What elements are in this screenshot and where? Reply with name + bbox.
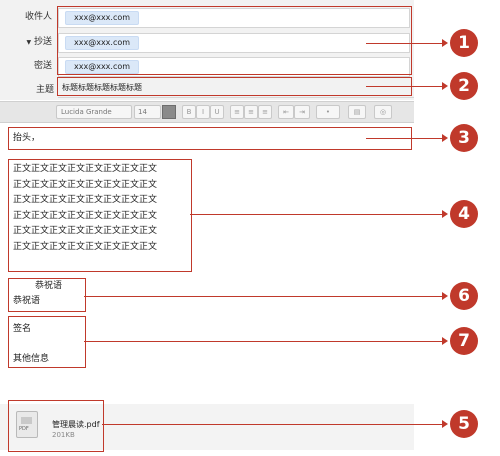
annotation-arrow-1 [442,39,448,47]
greeting-highlight [8,127,412,150]
font-select[interactable]: Lucida Grande [56,105,132,119]
cc-toggle-icon[interactable]: ▼ [26,39,31,46]
outdent-button[interactable]: ⇤ [278,105,294,119]
attachment-highlight [8,400,104,452]
indent-button[interactable]: ⇥ [294,105,310,119]
annotation-badge-5: 5 [450,410,478,438]
bcc-label: 密送 [33,61,52,71]
annotation-badge-7: 7 [450,327,478,355]
recipients-highlight [57,6,412,75]
annotation-line-6 [84,296,443,297]
bold-button[interactable]: B [182,105,196,119]
annotation-arrow-7 [442,337,448,345]
annotation-line-4 [190,214,443,215]
annotation-badge-6: 6 [450,282,478,310]
annotation-line-7 [84,341,443,342]
photo-browser-button[interactable]: ▤ [348,105,366,119]
annotation-line-3 [366,138,443,139]
annotation-badge-3: 3 [450,124,478,152]
italic-button[interactable]: I [196,105,210,119]
align-center-button[interactable]: ≡ [244,105,258,119]
align-right-button[interactable]: ≡ [258,105,272,119]
annotation-arrow-5 [442,420,448,428]
cc-label-text: 抄送 [33,37,52,47]
annotation-line-2 [366,86,443,87]
text-color-button[interactable] [162,105,176,119]
signature-highlight [8,316,86,368]
annotation-line-5 [102,424,443,425]
list-button[interactable]: • [316,105,340,119]
cc-label[interactable]: ▼ 抄送 [0,31,52,54]
annotation-arrow-4 [442,210,448,218]
font-size-select[interactable]: 14 [134,105,161,119]
annotation-badge-4: 4 [450,200,478,228]
closing-highlight [8,278,86,312]
annotation-arrow-6 [442,292,448,300]
annotation-badge-1: 1 [450,29,478,57]
annotation-line-1 [366,43,443,44]
subject-label: 主题 [35,85,54,95]
annotation-arrow-2 [442,82,448,90]
underline-button[interactable]: U [210,105,224,119]
align-left-button[interactable]: ≡ [230,105,244,119]
subject-highlight [57,77,412,96]
emoji-button[interactable]: ◎ [374,105,392,119]
format-toolbar: Lucida Grande 14 B I U ≡ ≡ ≡ ⇤ ⇥ • ▤ ◎ [0,101,414,123]
to-label: 收件人 [24,12,52,22]
body-highlight [8,159,192,272]
annotation-badge-2: 2 [450,72,478,100]
annotation-arrow-3 [442,134,448,142]
header-divider [58,97,414,98]
